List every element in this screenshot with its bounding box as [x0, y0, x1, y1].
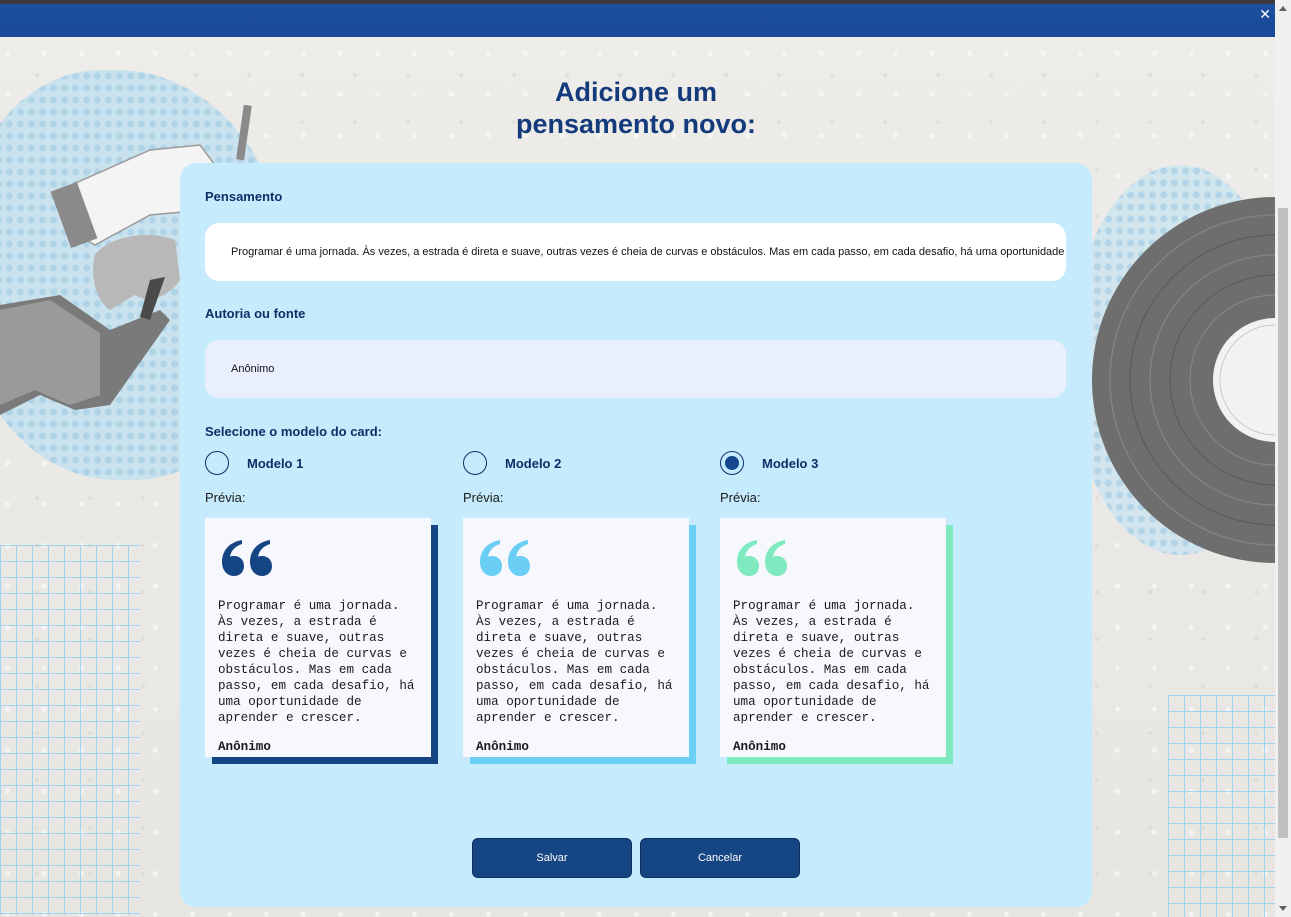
scroll-up-icon[interactable]	[1279, 6, 1287, 11]
page-title: Adicione um pensamento novo:	[470, 76, 802, 140]
page-title-line-1: Adicione um	[554, 77, 717, 107]
quote-icon	[737, 540, 787, 576]
model-2-preview-card: Programar é uma jornada. Às vezes, a est…	[463, 518, 689, 757]
model-2-quote-author: Anônimo	[476, 740, 529, 754]
model-1-preview-label: Prévia:	[205, 490, 246, 505]
model-3-preview-label: Prévia:	[720, 490, 761, 505]
scroll-down-icon[interactable]	[1279, 906, 1287, 911]
vinyl-record-illustration	[1092, 197, 1275, 563]
model-1-label: Modelo 1	[247, 455, 304, 471]
model-1-option[interactable]: Modelo 1	[205, 451, 303, 475]
thought-input[interactable]: Programar é uma jornada. Às vezes, a est…	[205, 223, 1066, 281]
author-label: Autoria ou fonte	[205, 306, 306, 321]
model-2-label: Modelo 2	[505, 455, 562, 471]
model-3-option[interactable]: Modelo 3	[720, 451, 818, 475]
cancel-button[interactable]: Cancelar	[640, 838, 800, 878]
save-button[interactable]: Salvar	[472, 838, 632, 878]
model-select-label: Selecione o modelo do card:	[205, 424, 382, 439]
model-3-quote-text: Programar é uma jornada. Às vezes, a est…	[733, 599, 930, 725]
vertical-scrollbar[interactable]	[1275, 0, 1291, 917]
model-2-preview-label: Prévia:	[463, 490, 504, 505]
model-2-quote-text: Programar é uma jornada. Às vezes, a est…	[476, 599, 673, 725]
thought-label: Pensamento	[205, 189, 283, 204]
model-1-quote-text: Programar é uma jornada. Às vezes, a est…	[218, 599, 415, 725]
top-banner: ✕	[0, 0, 1275, 37]
model-1-quote-author: Anônimo	[218, 740, 271, 754]
model-2-option[interactable]: Modelo 2	[463, 451, 561, 475]
model-1-preview-card: Programar é uma jornada. Às vezes, a est…	[205, 518, 431, 757]
model-3-radio[interactable]	[720, 451, 744, 475]
model-2-radio[interactable]	[463, 451, 487, 475]
decorative-grid-right	[1168, 695, 1275, 917]
radio-selected-dot	[725, 456, 739, 470]
author-input[interactable]: Anônimo	[205, 340, 1066, 398]
model-3-quote-author: Anônimo	[733, 740, 786, 754]
model-3-preview-card: Programar é uma jornada. Às vezes, a est…	[720, 518, 946, 757]
scrollbar-thumb[interactable]	[1278, 208, 1288, 838]
decorative-grid-left	[0, 545, 140, 915]
model-3-label: Modelo 3	[762, 455, 819, 471]
quote-icon	[480, 540, 530, 576]
page-title-line-2: pensamento novo:	[515, 109, 757, 139]
model-1-radio[interactable]	[205, 451, 229, 475]
close-icon[interactable]: ✕	[1259, 8, 1271, 22]
new-thought-form: Pensamento Programar é uma jornada. Às v…	[180, 163, 1092, 907]
quote-icon	[222, 540, 272, 576]
